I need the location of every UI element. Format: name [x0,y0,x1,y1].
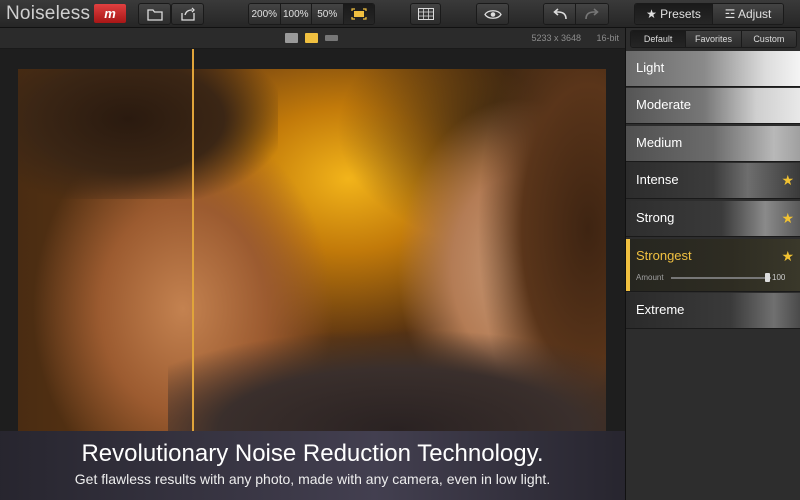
before-after-divider[interactable] [192,49,194,431]
fit-screen-icon [351,8,367,20]
preview-toggle-button[interactable] [476,3,509,25]
preset-intense[interactable]: Intense ★ [626,163,800,199]
photo-preview [18,69,606,431]
favorite-star-icon[interactable]: ★ [781,210,794,227]
preset-label: Strongest [636,248,692,263]
amount-slider-track[interactable] [671,277,771,279]
preset-label: Extreme [636,302,685,317]
preset-medium[interactable]: Medium [626,126,800,162]
preset-moderate[interactable]: Moderate [626,88,800,124]
preset-strongest[interactable]: Strongest ★ Amount 100 [626,239,800,292]
split-view-icon[interactable] [305,33,318,43]
preset-light[interactable]: Light [626,51,800,87]
tab-default[interactable]: Default [631,31,687,47]
side-by-side-view-icon[interactable] [325,35,338,41]
photo-detail-bottom [168,319,606,431]
zoom-selector: 200% 100% 50% [248,3,375,25]
preset-label: Light [636,60,665,75]
preset-label: Strong [636,210,675,225]
share-icon [180,7,195,21]
top-toolbar: Noiseless m 200% 100% 50% ★ Presets ☲ Ad… [0,0,800,28]
selected-indicator [626,239,630,291]
caption-title: Revolutionary Noise Reduction Technology… [81,440,544,467]
tab-custom[interactable]: Custom [741,31,796,47]
zoom-100-button[interactable]: 100% [280,4,312,24]
caption-subtitle: Get flawless results with any photo, mad… [74,471,551,487]
tab-adjust[interactable]: ☲ Adjust [712,4,783,24]
panel-mode-tabs: ★ Presets ☲ Adjust [634,3,784,25]
zoom-fit-button[interactable] [343,4,374,24]
history-controls [543,3,609,25]
share-button[interactable] [171,3,204,25]
zoom-200-button[interactable]: 200% [249,4,281,24]
single-view-icon[interactable] [285,33,298,43]
preset-category-tabs: Default Favorites Custom [630,30,797,48]
open-file-button[interactable] [138,3,171,25]
folder-icon [146,8,163,21]
preset-label: Intense [636,172,679,187]
zoom-50-button[interactable]: 50% [312,4,344,24]
preset-label: Moderate [636,97,691,112]
undo-button[interactable] [544,4,577,24]
preset-label: Medium [636,135,683,150]
redo-icon [585,8,599,20]
tab-presets[interactable]: ★ Presets [635,4,713,24]
preset-extreme[interactable]: Extreme [626,293,800,329]
grid-icon [417,8,434,20]
presets-panel: Default Favorites Custom Light Moderate … [625,28,800,500]
eye-icon [483,9,502,19]
image-resolution: 5233 x 3648 [531,33,581,43]
favorite-star-icon[interactable]: ★ [781,172,794,189]
bit-depth: 16-bit [596,33,619,43]
redo-button[interactable] [576,4,608,24]
photo-detail-left [18,69,278,199]
app-title: Noiseless [6,3,91,24]
compare-view-button[interactable] [410,3,441,25]
view-options-bar: 5233 x 3648 16-bit [0,28,625,49]
undo-icon [552,8,567,20]
preset-strong[interactable]: Strong ★ [626,201,800,237]
amount-slider-handle[interactable] [765,273,770,282]
favorite-star-icon[interactable]: ★ [781,248,794,265]
tab-favorites[interactable]: Favorites [686,31,742,47]
macphun-logo-button[interactable]: m [94,4,126,23]
amount-label: Amount [636,273,664,282]
amount-value: 100 [772,273,786,282]
promo-caption: Revolutionary Noise Reduction Technology… [0,431,625,500]
